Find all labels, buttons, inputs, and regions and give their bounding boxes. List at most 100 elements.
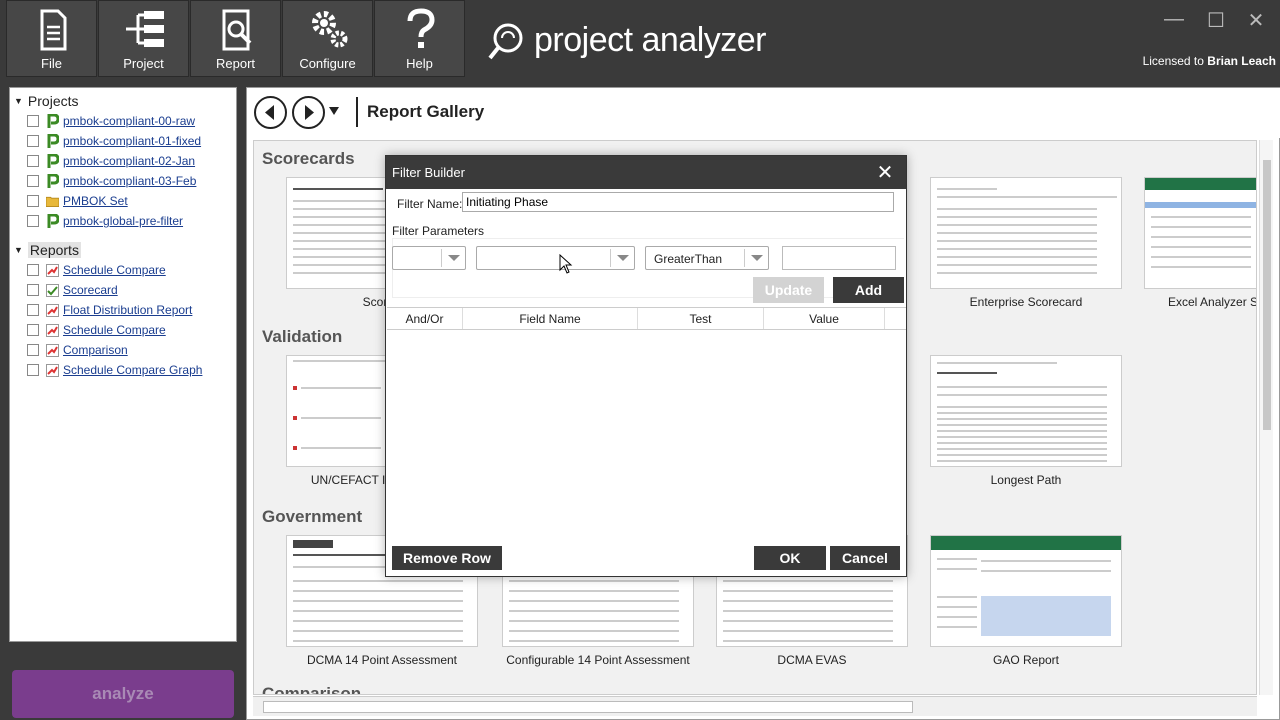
test-dropdown[interactable]: GreaterThan [645,246,769,270]
project-label[interactable]: pmbok-compliant-00-raw [63,114,195,128]
project-label[interactable]: PMBOK Set [63,194,128,208]
tree-project-item[interactable]: pmbok-compliant-01-fixed [27,131,201,151]
add-button[interactable]: Add [833,277,904,303]
vertical-scroll-thumb[interactable] [1263,160,1271,430]
remove-row-button[interactable]: Remove Row [392,546,502,570]
filter-name-label: Filter Name: [397,197,463,211]
report-label[interactable]: Schedule Compare Graph [63,363,202,377]
gallery-horizontal-scrollbar[interactable] [253,696,1257,716]
ok-button[interactable]: OK [754,546,826,570]
caption-configurable14: Configurable 14 Point Assessment [506,653,690,667]
license-info: Licensed to Brian Leach [1143,54,1276,68]
top-toolbar: File Project Report Configure Help proje… [0,0,1280,80]
tree-project-item[interactable]: pmbok-compliant-02-Jan [27,151,195,171]
report-checkbox[interactable] [27,344,39,356]
column-header-test[interactable]: Test [638,308,764,329]
report-chart-icon [46,323,59,337]
project-p-icon [46,114,59,128]
thumb-excel-analyzer[interactable] [1144,177,1256,289]
project-checkbox[interactable] [27,135,39,147]
history-dropdown-icon[interactable] [328,106,340,116]
tree-project-item[interactable]: pmbok-compliant-03-Feb [27,171,196,191]
project-checkbox[interactable] [27,175,39,187]
project-label[interactable]: pmbok-global-pre-filter [63,214,183,228]
expand-arrow-icon[interactable]: ▼ [14,245,23,255]
project-checkbox[interactable] [27,115,39,127]
projects-node[interactable]: ▼ Projects [14,91,79,111]
tree-report-item[interactable]: Schedule Compare [27,320,166,340]
project-label[interactable]: pmbok-compliant-02-Jan [63,154,195,168]
report-chart-icon [46,343,59,357]
chevron-down-icon [441,249,465,267]
maximize-button[interactable]: ☐ [1204,8,1228,32]
column-header-value[interactable]: Value [764,308,885,329]
column-header-and-or[interactable]: And/Or [387,308,463,329]
report-button[interactable]: Report [190,0,281,77]
dialog-close-button[interactable]: ✕ [874,160,896,184]
back-button[interactable] [254,96,287,129]
report-label[interactable]: Scorecard [63,283,118,297]
project-checkbox[interactable] [27,195,39,207]
reports-node[interactable]: ▼ Reports [14,240,81,260]
project-p-icon [46,174,59,188]
horizontal-scroll-thumb[interactable] [263,701,913,713]
project-checkbox[interactable] [27,155,39,167]
report-label[interactable]: Schedule Compare [63,323,166,337]
chevron-down-icon [744,249,768,267]
folder-icon [46,194,59,208]
project-label[interactable]: pmbok-compliant-03-Feb [63,174,196,188]
report-chart-icon [46,363,59,377]
filter-name-input[interactable] [462,192,894,212]
licensed-label: Licensed to [1142,54,1204,68]
tree-report-item[interactable]: Comparison [27,340,128,360]
close-icon: ✕ [876,162,894,184]
cancel-button[interactable]: Cancel [830,546,900,570]
tree-report-item[interactable]: Schedule Compare [27,260,166,280]
thumb-gao-report[interactable] [930,535,1122,647]
tree-report-item[interactable]: Float Distribution Report [27,300,192,320]
configure-button[interactable]: Configure [282,0,373,77]
column-header-field-name[interactable]: Field Name [463,308,638,329]
tree-project-item[interactable]: pmbok-compliant-00-raw [27,111,195,131]
report-label[interactable]: Schedule Compare [63,263,166,277]
report-checkbox[interactable] [27,304,39,316]
project-tree-icon [126,11,164,47]
thumb-enterprise-scorecard[interactable] [930,177,1122,289]
caption-enterprise-scorecard: Enterprise Scorecard [969,295,1083,309]
analyzer-logo-icon [488,23,523,60]
tree-project-item[interactable]: PMBOK Set [27,191,128,211]
nav-separator [356,97,358,127]
project-button[interactable]: Project [98,0,189,77]
report-label[interactable]: Float Distribution Report [63,303,192,317]
thumb-longest-path[interactable] [930,355,1122,467]
tree-report-item[interactable]: Scorecard [27,280,118,300]
and-or-dropdown[interactable] [392,246,466,270]
field-name-dropdown[interactable] [476,246,635,270]
report-label[interactable]: Comparison [63,343,128,357]
file-button[interactable]: File [6,0,97,77]
report-checkbox[interactable] [27,284,39,296]
report-checkbox[interactable] [27,264,39,276]
gallery-vertical-scrollbar[interactable] [1259,140,1273,695]
help-button-label: Help [406,56,433,71]
report-checkbox[interactable] [27,364,39,376]
forward-button[interactable] [292,96,325,129]
section-comparison: Comparison [262,684,362,695]
expand-arrow-icon[interactable]: ▼ [14,96,23,106]
project-label[interactable]: pmbok-compliant-01-fixed [63,134,201,148]
tree-report-item[interactable]: Schedule Compare Graph [27,360,202,380]
project-checkbox[interactable] [27,215,39,227]
report-checkbox[interactable] [27,324,39,336]
value-input[interactable] [782,246,896,270]
project-tree-panel: ▼ Projects pmbok-compliant-00-raw pmbok-… [9,87,237,642]
minimize-button[interactable]: — [1162,8,1186,30]
filter-rows-grid[interactable]: And/Or Field Name Test Value [387,307,906,540]
analyze-button[interactable]: analyze [12,670,234,718]
mouse-cursor-icon [559,254,573,274]
section-validation: Validation [262,327,343,346]
update-button[interactable]: Update [753,277,824,303]
tree-project-item[interactable]: pmbok-global-pre-filter [27,211,183,231]
close-window-button[interactable]: ✕ [1244,8,1268,32]
help-button[interactable]: Help [374,0,465,77]
caption-excel-analyzer: Excel Analyzer S [1168,295,1257,309]
